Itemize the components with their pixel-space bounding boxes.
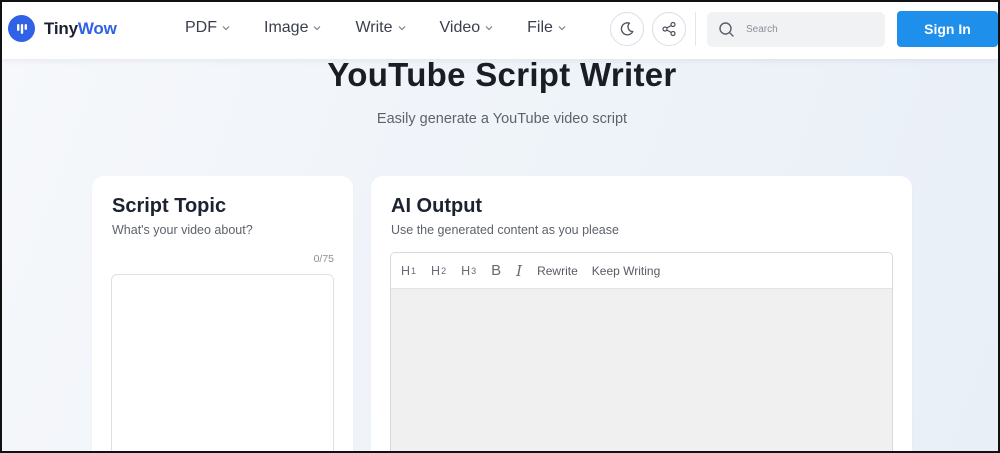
bold-button[interactable]: B [491,262,501,279]
chevron-down-icon [222,26,230,31]
search-icon [719,22,734,37]
editor-content[interactable] [391,289,892,451]
share-icon [662,21,676,37]
script-topic-subtitle: What's your video about? [112,223,253,237]
script-topic-card: Script Topic What's your video about? 0/… [92,176,353,451]
header-divider [695,12,696,46]
nav-file[interactable]: File [527,19,567,37]
nav-write-label: Write [355,19,393,36]
moon-icon [620,22,634,36]
page: TinyWow PDF Image Write Video File Searc… [0,0,1000,453]
keep-writing-button[interactable]: Keep Writing [592,264,660,278]
chevron-down-icon [558,26,566,31]
chevron-down-icon [314,26,321,31]
search-box[interactable] [707,12,885,47]
logo-text: TinyWow [44,18,117,38]
page-title: YouTube Script Writer [327,56,677,93]
nav-video[interactable]: Video [440,19,495,37]
top-header: TinyWow PDF Image Write Video File Searc… [2,2,998,59]
script-topic-title: Script Topic [112,195,227,217]
chevron-down-icon [485,26,493,31]
nav-write[interactable]: Write [355,19,406,37]
logo[interactable]: TinyWow [8,15,117,42]
rewrite-button[interactable]: Rewrite [537,264,578,278]
ai-output-subtitle: Use the generated content as you please [391,223,619,237]
nav-pdf[interactable]: PDF [185,19,231,37]
main-nav: PDF Image Write Video File [185,19,600,37]
nav-image-label: Image [264,19,309,36]
logo-icon [8,15,35,42]
heading-2-button[interactable]: H2 [431,264,446,278]
nav-image[interactable]: Image [264,19,322,37]
sign-in-button[interactable]: Sign In [897,11,998,47]
ai-output-title: AI Output [391,195,483,217]
page-subtitle: Easily generate a YouTube video script [376,111,628,127]
search-input[interactable] [746,24,876,35]
share-button[interactable] [652,12,686,46]
heading-1-button[interactable]: H1 [401,264,416,278]
dark-mode-button[interactable] [610,12,644,46]
editor-toolbar: H1 H2 H3 B I Rewrite Keep Writing [391,253,892,289]
output-editor: H1 H2 H3 B I Rewrite Keep Writing [390,252,893,451]
nav-video-label: Video [439,19,481,36]
heading-3-button[interactable]: H3 [461,264,476,278]
script-topic-textarea[interactable] [111,274,334,451]
ai-output-card: AI Output Use the generated content as y… [371,176,912,451]
chevron-down-icon [398,26,405,31]
nav-pdf-label: PDF [185,19,217,36]
italic-button[interactable]: I [516,262,522,280]
nav-file-label: File [527,19,553,36]
character-counter: 0/75 [313,253,334,265]
